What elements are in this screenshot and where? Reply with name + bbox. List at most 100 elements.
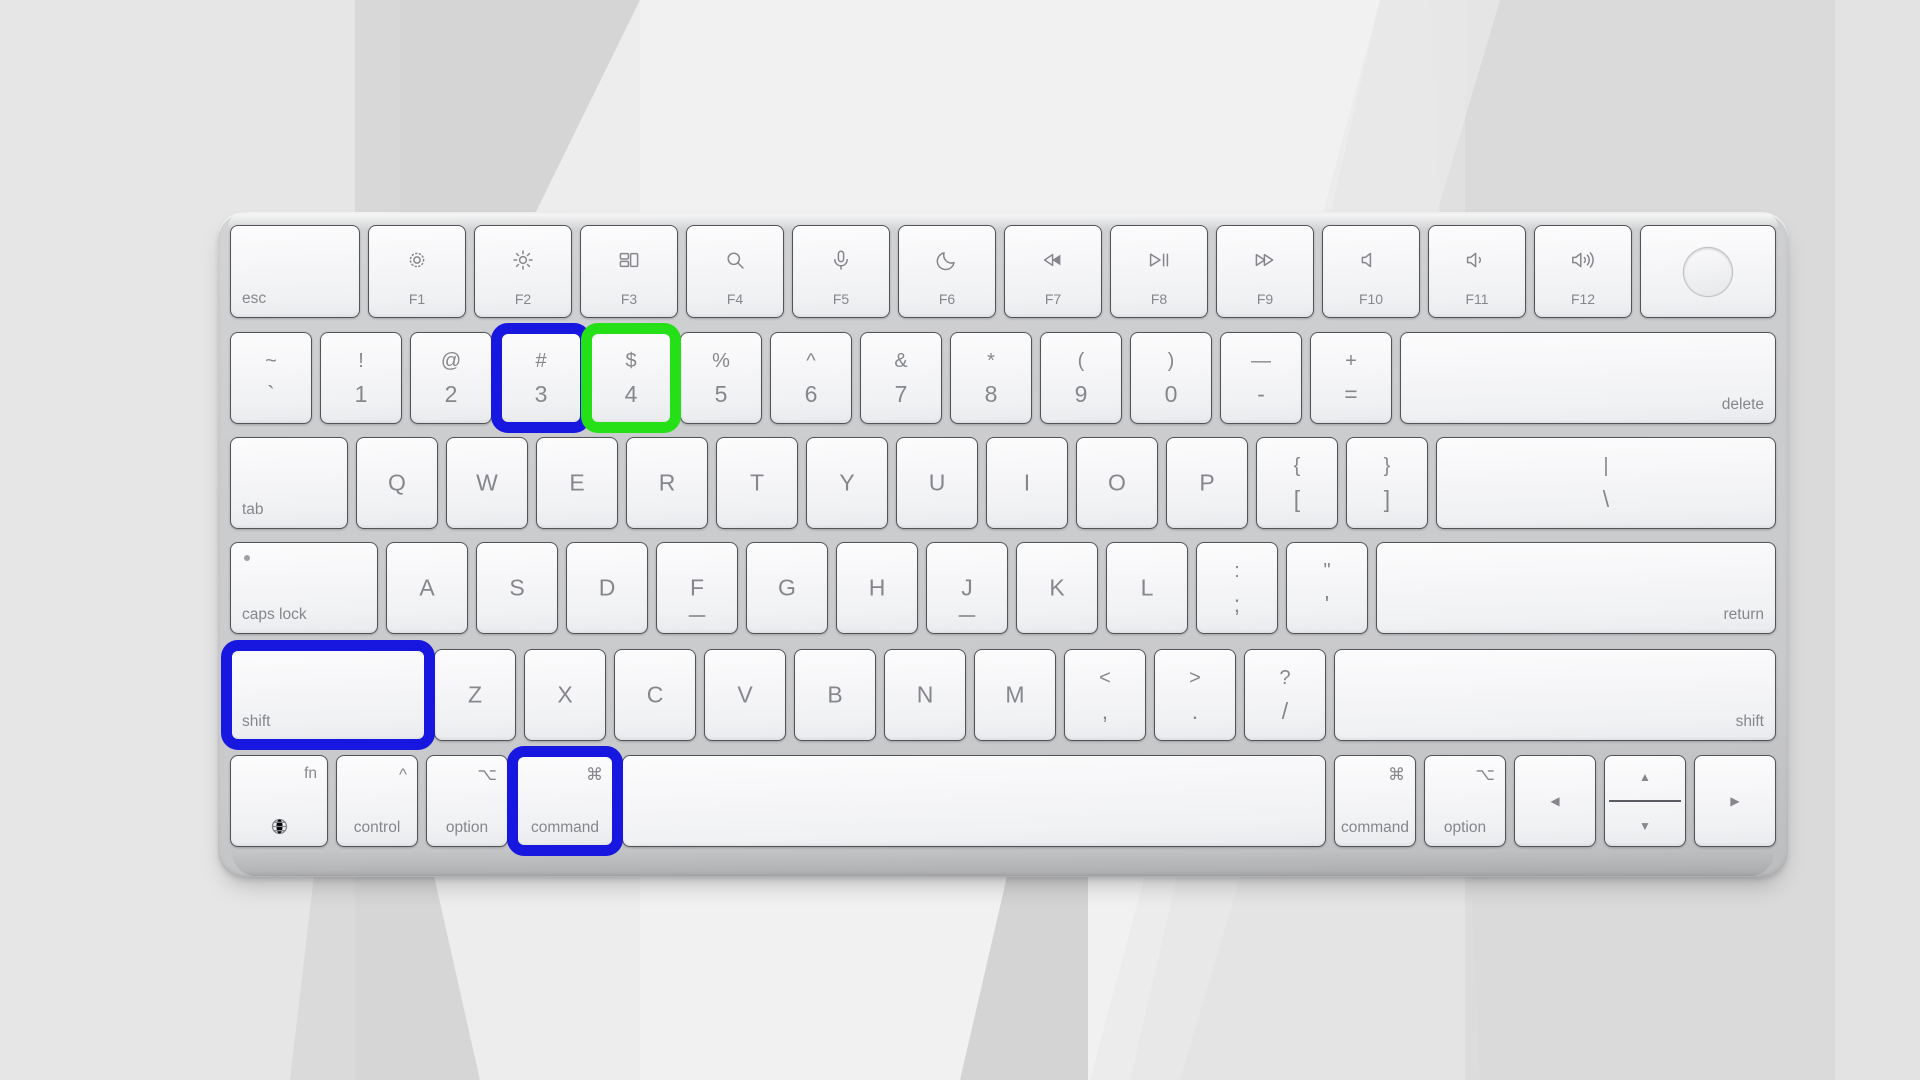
key-command-left[interactable]: command ⌘ xyxy=(516,755,614,847)
key-a[interactable]: A xyxy=(386,542,468,634)
key-v[interactable]: V xyxy=(704,649,786,741)
modifier-glyph: ⌘ xyxy=(586,765,603,784)
key-tab[interactable]: tab xyxy=(230,437,348,529)
key-label: control xyxy=(353,818,401,836)
key-legend-lower: ' xyxy=(1324,590,1330,617)
key-f10[interactable]: F10 xyxy=(1322,225,1420,318)
key-label: command xyxy=(530,818,600,836)
key-2[interactable]: @2 xyxy=(410,332,492,424)
key-arrow-left[interactable]: ◀ xyxy=(1514,755,1596,847)
key-f9[interactable]: F9 xyxy=(1216,225,1314,318)
key-equal[interactable]: + = xyxy=(1310,332,1392,424)
mute-icon-wrap xyxy=(1323,248,1419,272)
key-arrow-right[interactable]: ▶ xyxy=(1694,755,1776,847)
key-j[interactable]: J xyxy=(926,542,1008,634)
key-option-right[interactable]: option ⌥ xyxy=(1424,755,1506,847)
key-y[interactable]: Y xyxy=(806,437,888,529)
key-space[interactable] xyxy=(622,755,1326,847)
key-legend-upper: ! xyxy=(358,350,364,372)
key-0[interactable]: ) 0 xyxy=(1130,332,1212,424)
key-n[interactable]: N xyxy=(884,649,966,741)
key-i[interactable]: I xyxy=(986,437,1068,529)
key-command-right[interactable]: command ⌘ xyxy=(1334,755,1416,847)
key-option-left[interactable]: option ⌥ xyxy=(426,755,508,847)
key-6[interactable]: ^ 6 xyxy=(770,332,852,424)
key-4[interactable]: $4 xyxy=(590,332,672,424)
key-3[interactable]: #3 xyxy=(500,332,582,424)
key-w[interactable]: W xyxy=(446,437,528,529)
key-return[interactable]: return xyxy=(1376,542,1776,634)
brightness-up-icon-wrap xyxy=(475,248,571,272)
key-e[interactable]: E xyxy=(536,437,618,529)
key-c[interactable]: C xyxy=(614,649,696,741)
key-z[interactable]: Z xyxy=(434,649,516,741)
key-arrow-up-down[interactable]: ▲ ▼ xyxy=(1604,755,1686,847)
key-left-bracket[interactable]: {[ xyxy=(1256,437,1338,529)
key-g[interactable]: G xyxy=(746,542,828,634)
key-shift-right[interactable]: shift xyxy=(1334,649,1776,741)
key-label: delete xyxy=(1721,395,1764,413)
key-slash[interactable]: ? / xyxy=(1244,649,1326,741)
arrow-down-glyph[interactable]: ▼ xyxy=(1605,819,1685,833)
key-legend: R xyxy=(658,469,676,496)
key-f8[interactable]: F8 xyxy=(1110,225,1208,318)
play-pause-icon-wrap xyxy=(1111,248,1207,272)
key-f3[interactable]: F3 xyxy=(580,225,678,318)
key-m[interactable]: M xyxy=(974,649,1056,741)
key-control[interactable]: control ^ xyxy=(336,755,418,847)
key-delete[interactable]: delete xyxy=(1400,332,1776,424)
key-f7[interactable]: F7 xyxy=(1004,225,1102,318)
touch-id-icon[interactable] xyxy=(1684,247,1732,296)
key-touch-id[interactable] xyxy=(1640,225,1776,318)
key-u[interactable]: U xyxy=(896,437,978,529)
fkey-label: F11 xyxy=(1465,291,1489,307)
key-7[interactable]: & 7 xyxy=(860,332,942,424)
brightness-down-icon xyxy=(409,252,425,268)
key-8[interactable]: * 8 xyxy=(950,332,1032,424)
key-caps-lock[interactable]: caps lock xyxy=(230,542,378,634)
key-f12[interactable]: F12 xyxy=(1534,225,1632,318)
key-semicolon[interactable]: :; xyxy=(1196,542,1278,634)
key-f6[interactable]: F6 xyxy=(898,225,996,318)
do-not-disturb-moon-icon-wrap xyxy=(899,248,995,272)
key-f4[interactable]: F4 xyxy=(686,225,784,318)
key-grave[interactable]: ~ ` xyxy=(230,332,312,424)
key-h[interactable]: H xyxy=(836,542,918,634)
key-l[interactable]: L xyxy=(1106,542,1188,634)
key-f2[interactable]: F2 xyxy=(474,225,572,318)
key-esc[interactable]: esc xyxy=(230,225,360,318)
key-legend: C xyxy=(646,681,664,708)
key-9[interactable]: (9 xyxy=(1040,332,1122,424)
key-o[interactable]: O xyxy=(1076,437,1158,529)
key-legend: J xyxy=(961,574,973,601)
key-r[interactable]: R xyxy=(626,437,708,529)
key-1[interactable]: ! 1 xyxy=(320,332,402,424)
key-q[interactable]: Q xyxy=(356,437,438,529)
key-minus[interactable]: — - xyxy=(1220,332,1302,424)
key-5[interactable]: % 5 xyxy=(680,332,762,424)
key-t[interactable]: T xyxy=(716,437,798,529)
key-legend-lower: 5 xyxy=(714,380,728,407)
key-legend: Y xyxy=(839,469,855,496)
key-fn[interactable]: fn xyxy=(230,755,328,847)
key-comma[interactable]: <, xyxy=(1064,649,1146,741)
key-f1[interactable]: F1 xyxy=(368,225,466,318)
key-x[interactable]: X xyxy=(524,649,606,741)
key-p[interactable]: P xyxy=(1166,437,1248,529)
key-f[interactable]: F xyxy=(656,542,738,634)
key-backslash[interactable]: | \ xyxy=(1436,437,1776,529)
key-quote[interactable]: " ' xyxy=(1286,542,1368,634)
key-period[interactable]: >. xyxy=(1154,649,1236,741)
key-s[interactable]: S xyxy=(476,542,558,634)
key-f5[interactable]: F5 xyxy=(792,225,890,318)
key-right-bracket[interactable]: }] xyxy=(1346,437,1428,529)
mute-icon xyxy=(1361,252,1372,268)
key-d[interactable]: D xyxy=(566,542,648,634)
key-k[interactable]: K xyxy=(1016,542,1098,634)
key-b[interactable]: B xyxy=(794,649,876,741)
key-f11[interactable]: F11 xyxy=(1428,225,1526,318)
key-legend-upper: ^ xyxy=(806,350,816,372)
arrow-up-glyph[interactable]: ▲ xyxy=(1605,770,1685,784)
key-legend-upper: } xyxy=(1383,455,1391,477)
key-shift-left[interactable]: shift xyxy=(230,649,426,741)
